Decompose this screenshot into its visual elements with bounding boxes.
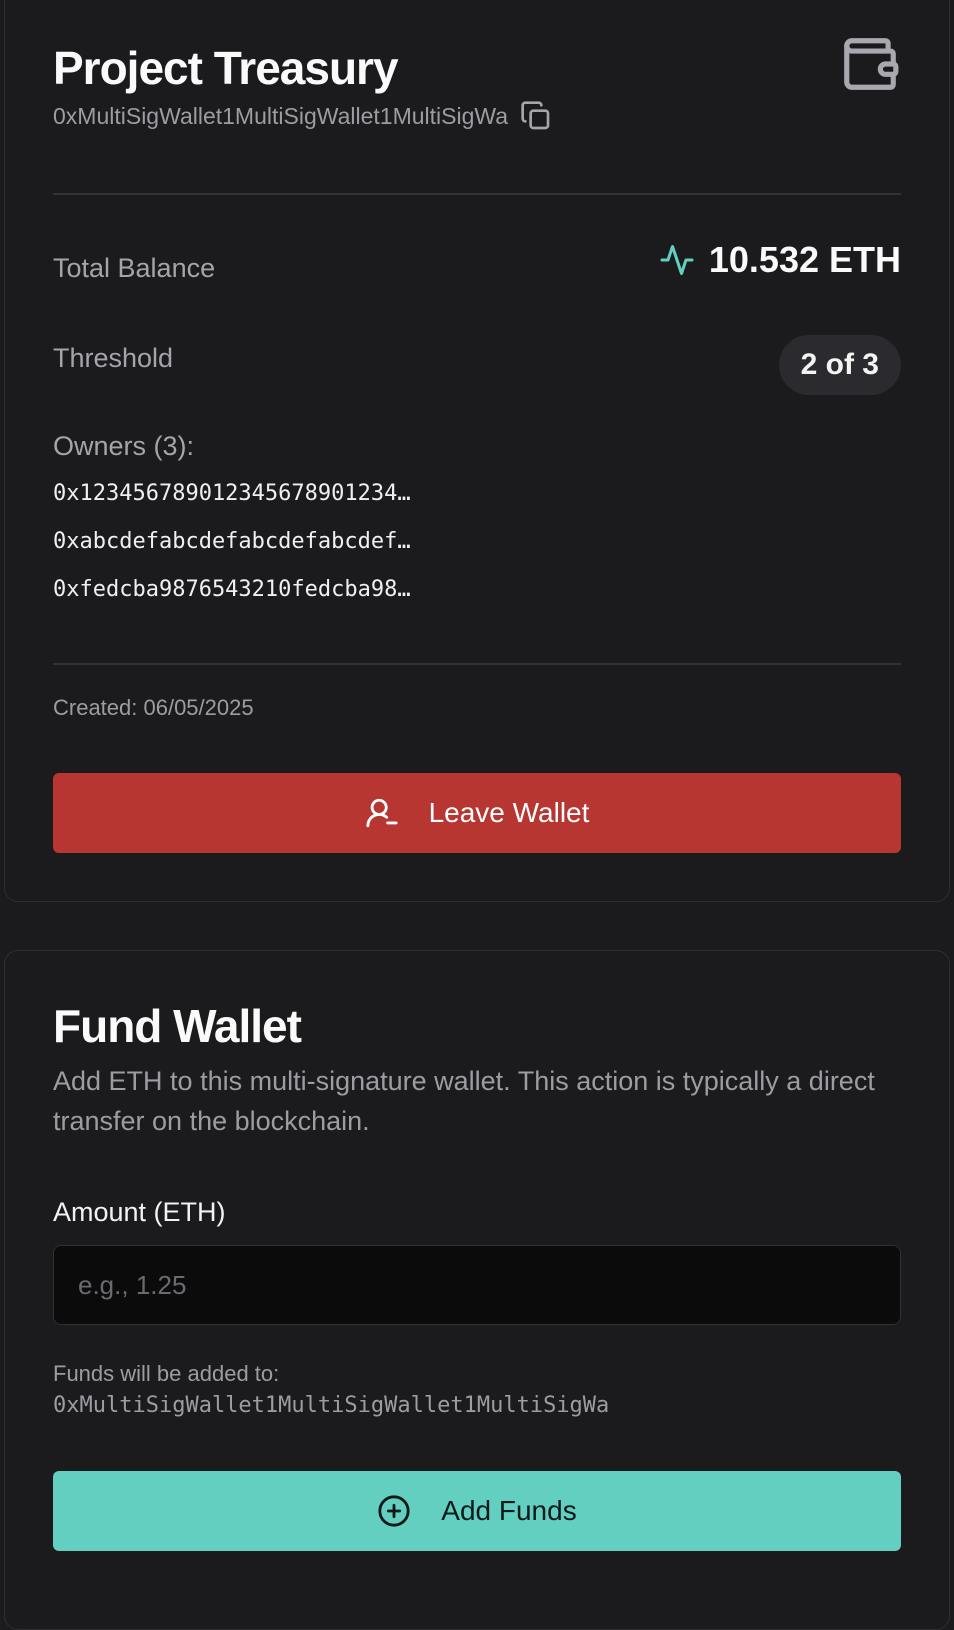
amount-input[interactable] [53, 1245, 901, 1325]
user-minus-icon [365, 796, 399, 830]
wallet-icon [839, 33, 901, 95]
fund-title: Fund Wallet [53, 1000, 302, 1052]
fund-card: Fund Wallet Add ETH to this multi-signat… [4, 950, 950, 1630]
header-divider [53, 193, 901, 195]
activity-pulse-icon [659, 242, 695, 278]
balance-label: Total Balance [53, 253, 216, 283]
funds-note: Funds will be added to: [53, 1361, 280, 1386]
funds-address: 0xMultiSigWallet1MultiSigWallet1MultiSig… [53, 1393, 610, 1418]
threshold-badge: 2 of 3 [778, 335, 901, 395]
leave-wallet-button[interactable]: Leave Wallet [53, 773, 901, 853]
add-funds-button[interactable]: Add Funds [53, 1471, 901, 1551]
add-funds-label: Add Funds [441, 1495, 577, 1526]
balance-display: 10.532 ETH [659, 239, 901, 281]
fund-description: Add ETH to this multi-signature wallet. … [53, 1066, 875, 1136]
balance-value: 10.532 ETH [708, 239, 901, 280]
owner-address: 0xabcdefabcdefabcdefabcdef… [53, 529, 411, 554]
amount-label: Amount (ETH) [53, 1197, 226, 1227]
owners-label: Owners (3): [53, 431, 195, 461]
wallet-card: Project Treasury 0xMultiSigWallet1MultiS… [4, 0, 950, 902]
created-date: Created: 06/05/2025 [53, 695, 254, 720]
copy-icon[interactable] [520, 100, 552, 132]
footer-divider [53, 663, 901, 665]
owner-address: 0xfedcba9876543210fedcba98… [53, 577, 411, 602]
wallet-address: 0xMultiSigWallet1MultiSigWallet1MultiSig… [53, 102, 509, 129]
owner-address: 0x12345678901234567890123​4… [53, 481, 411, 506]
wallet-address-row: 0xMultiSigWallet1MultiSigWallet1MultiSig… [53, 100, 552, 132]
leave-wallet-label: Leave Wallet [428, 797, 590, 828]
wallet-title: Project Treasury [53, 42, 399, 94]
plus-circle-icon [377, 1494, 411, 1528]
threshold-label: Threshold [53, 343, 174, 373]
